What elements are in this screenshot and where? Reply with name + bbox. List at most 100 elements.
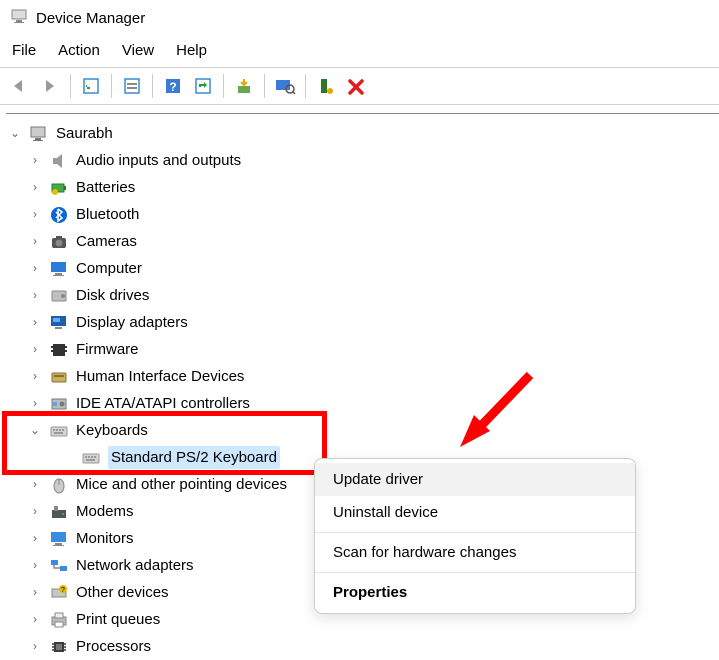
tree-item[interactable]: › Computer — [6, 255, 719, 282]
chip-dark-icon — [48, 339, 70, 361]
tree-item-label: IDE ATA/ATAPI controllers — [76, 393, 250, 414]
tree-item-label: Batteries — [76, 177, 135, 198]
chevron-right-icon[interactable]: › — [28, 503, 42, 520]
back-button[interactable] — [6, 73, 34, 99]
context-update-driver[interactable]: Update driver — [315, 463, 635, 496]
tree-item[interactable]: › Bluetooth — [6, 201, 719, 228]
mouse-icon — [48, 474, 70, 496]
chevron-right-icon[interactable]: › — [28, 287, 42, 304]
chevron-right-icon[interactable]: › — [28, 476, 42, 493]
toolbar-separator — [152, 74, 153, 98]
toolbar-separator — [70, 74, 71, 98]
titlebar: Device Manager — [0, 0, 719, 36]
display-icon — [48, 312, 70, 334]
tree-item[interactable]: › Human Interface Devices — [6, 363, 719, 390]
menu-help[interactable]: Help — [176, 42, 207, 59]
context-separator — [315, 532, 635, 533]
delete-toolbar-button[interactable] — [342, 73, 370, 99]
chevron-right-icon[interactable]: › — [28, 368, 42, 385]
tree-item[interactable]: › Audio inputs and outputs — [6, 147, 719, 174]
context-menu: Update driver Uninstall device Scan for … — [314, 458, 636, 614]
toolbar-separator — [111, 74, 112, 98]
tree-item-label: Print queues — [76, 609, 160, 630]
tree-item-label: Standard PS/2 Keyboard — [108, 446, 280, 469]
context-properties[interactable]: Properties — [315, 576, 635, 609]
tree-item-label: Cameras — [76, 231, 137, 252]
tree-item[interactable]: › IDE ATA/ATAPI controllers — [6, 390, 719, 417]
network-icon — [48, 555, 70, 577]
tree-item[interactable]: › Cameras — [6, 228, 719, 255]
camera-icon — [48, 231, 70, 253]
chevron-down-icon[interactable]: ⌄ — [8, 125, 22, 142]
chevron-right-icon[interactable]: › — [28, 341, 42, 358]
app-icon — [10, 7, 28, 29]
context-scan-hardware[interactable]: Scan for hardware changes — [315, 536, 635, 569]
chevron-right-icon[interactable]: › — [28, 611, 42, 628]
chevron-right-icon[interactable]: › — [28, 557, 42, 574]
speaker-icon — [48, 150, 70, 172]
chevron-right-icon[interactable]: › — [28, 395, 42, 412]
window-title: Device Manager — [36, 10, 145, 27]
ide-icon — [48, 393, 70, 415]
tree-item[interactable]: › Firmware — [6, 336, 719, 363]
bluetooth-icon — [48, 204, 70, 226]
chevron-right-icon[interactable]: › — [28, 638, 42, 655]
scan-toolbar-button[interactable] — [271, 73, 299, 99]
tree-item[interactable]: › Batteries — [6, 174, 719, 201]
menu-action[interactable]: Action — [58, 42, 100, 59]
chevron-right-icon[interactable]: › — [28, 179, 42, 196]
tree-item-label: Audio inputs and outputs — [76, 150, 241, 171]
chevron-right-icon[interactable]: › — [28, 260, 42, 277]
menu-view[interactable]: View — [122, 42, 154, 59]
update-toolbar-button[interactable] — [189, 73, 217, 99]
cpu-icon — [48, 636, 70, 658]
show-hidden-button[interactable] — [77, 73, 105, 99]
toolbar: ? — [0, 67, 719, 105]
computer-icon — [28, 123, 50, 145]
tree-divider — [6, 113, 719, 114]
uninstall-toolbar-button[interactable] — [230, 73, 258, 99]
help-toolbar-button[interactable]: ? — [159, 73, 187, 99]
toolbar-separator — [264, 74, 265, 98]
chevron-right-icon[interactable]: › — [28, 233, 42, 250]
tree-item[interactable]: ⌄ Keyboards — [6, 417, 719, 444]
properties-toolbar-button[interactable] — [118, 73, 146, 99]
menu-file[interactable]: File — [12, 42, 36, 59]
printer-icon — [48, 609, 70, 631]
battery-icon — [48, 177, 70, 199]
tree-item-label: Disk drives — [76, 285, 149, 306]
chevron-right-icon[interactable]: › — [28, 206, 42, 223]
context-uninstall-device[interactable]: Uninstall device — [315, 496, 635, 529]
chevron-right-icon[interactable]: › — [28, 314, 42, 331]
monitor-blue-icon — [48, 258, 70, 280]
svg-text:?: ? — [61, 587, 65, 594]
tree-item-label: Keyboards — [76, 420, 148, 441]
svg-text:?: ? — [169, 80, 176, 94]
context-separator — [315, 572, 635, 573]
chevron-right-icon[interactable]: › — [28, 530, 42, 547]
device-toolbar-button[interactable] — [312, 73, 340, 99]
tree-item-label: Modems — [76, 501, 134, 522]
tree-item[interactable]: › Display adapters — [6, 309, 719, 336]
menubar: File Action View Help — [0, 36, 719, 67]
tree-item-label: Network adapters — [76, 555, 194, 576]
tree-item-label: Human Interface Devices — [76, 366, 244, 387]
tree-item-label: Other devices — [76, 582, 169, 603]
chevron-right-icon[interactable]: › — [28, 584, 42, 601]
tree-root[interactable]: ⌄ Saurabh — [6, 120, 719, 147]
toolbar-separator — [223, 74, 224, 98]
forward-button[interactable] — [36, 73, 64, 99]
chevron-right-icon[interactable]: › — [28, 152, 42, 169]
chevron-down-icon[interactable]: ⌄ — [28, 422, 42, 439]
toolbar-separator — [305, 74, 306, 98]
tree-item-label: Display adapters — [76, 312, 188, 333]
tree-item[interactable]: › Processors — [6, 633, 719, 660]
root-label: Saurabh — [56, 123, 113, 144]
tree-item[interactable]: › Disk drives — [6, 282, 719, 309]
tree-item-label: Computer — [76, 258, 142, 279]
monitor-icon — [48, 528, 70, 550]
modem-icon — [48, 501, 70, 523]
tree-item-label: Processors — [76, 636, 151, 657]
hid-icon — [48, 366, 70, 388]
tree-item-label: Firmware — [76, 339, 139, 360]
